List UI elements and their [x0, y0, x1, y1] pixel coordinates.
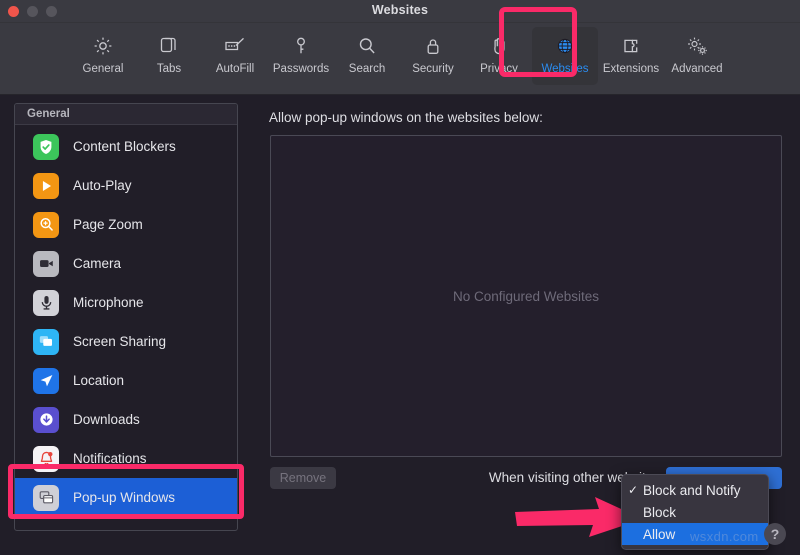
sidebar-label-screen-sharing: Screen Sharing — [73, 334, 167, 349]
tabs-icon — [157, 33, 181, 59]
toolbar-item-advanced[interactable]: Advanced — [664, 27, 730, 85]
location-icon — [33, 367, 59, 394]
sidebar-item-microphone[interactable]: Microphone — [15, 283, 237, 322]
gears-icon — [684, 33, 710, 59]
camera-icon — [33, 250, 59, 277]
sidebar-label-location: Location — [73, 373, 125, 388]
toolbar-label-tabs: Tabs — [156, 63, 182, 75]
download-icon — [33, 406, 59, 433]
screen-share-icon — [33, 328, 59, 355]
sidebar-label-notifications: Notifications — [73, 451, 147, 466]
play-icon — [33, 172, 59, 199]
toolbar-item-general[interactable]: General — [70, 27, 136, 85]
sidebar-item-screen-sharing[interactable]: Screen Sharing — [15, 322, 237, 361]
toolbar-label-advanced: Advanced — [671, 63, 723, 75]
sidebar-label-camera: Camera — [73, 256, 122, 271]
sidebar-list: Content Blockers Auto-Play Page Zoom Cam… — [15, 125, 237, 517]
sidebar-item-downloads[interactable]: Downloads — [15, 400, 237, 439]
sidebar-label-content-blockers: Content Blockers — [73, 139, 176, 154]
toolbar-item-search[interactable]: Search — [334, 27, 400, 85]
menu-label-block: Block — [643, 504, 677, 520]
toolbar-item-autofill[interactable]: AutoFill — [202, 27, 268, 85]
toolbar-item-security[interactable]: Security — [400, 27, 466, 85]
toolbar-label-security: Security — [412, 63, 454, 75]
panel-heading: Allow pop-up windows on the websites bel… — [269, 110, 543, 125]
window-title: Websites — [371, 3, 429, 17]
sidebar-item-notifications[interactable]: Notifications — [15, 439, 237, 478]
help-button[interactable]: ? — [764, 523, 786, 545]
puzzle-icon — [619, 33, 643, 59]
configured-websites-list[interactable]: No Configured Websites — [270, 135, 782, 457]
preferences-toolbar: General Tabs AutoFill Passwords Search S… — [0, 23, 800, 95]
menu-label-allow: Allow — [643, 526, 676, 542]
toolbar-label-extensions: Extensions — [602, 63, 660, 75]
empty-state-text: No Configured Websites — [452, 288, 600, 304]
popup-window-icon — [33, 484, 59, 511]
sidebar-item-popup-windows[interactable]: Pop-up Windows — [15, 478, 237, 517]
lock-icon — [421, 33, 445, 59]
toolbar-label-websites: Websites — [541, 63, 589, 75]
search-icon — [355, 33, 379, 59]
sidebar-item-auto-play[interactable]: Auto-Play — [15, 166, 237, 205]
toolbar-label-search: Search — [348, 63, 386, 75]
globe-icon — [553, 33, 577, 59]
autofill-icon — [222, 33, 248, 59]
sidebar-header-general: General — [15, 104, 237, 125]
toolbar-label-autofill: AutoFill — [215, 63, 255, 75]
toolbar-label-passwords: Passwords — [272, 63, 330, 75]
microphone-icon — [33, 289, 59, 316]
sidebar-item-content-blockers[interactable]: Content Blockers — [15, 127, 237, 166]
bell-icon — [33, 445, 59, 472]
default-behavior-dropdown-menu[interactable]: ✓ Block and Notify Block Allow — [621, 474, 769, 550]
gear-icon — [91, 33, 115, 59]
websites-sidebar: General Content Blockers Auto-Play Page … — [14, 103, 238, 531]
menu-item-allow[interactable]: Allow — [622, 523, 768, 545]
sidebar-item-camera[interactable]: Camera — [15, 244, 237, 283]
toolbar-label-general: General — [82, 63, 124, 75]
title-bar: Websites — [0, 0, 800, 23]
remove-button[interactable]: Remove — [270, 467, 336, 489]
key-icon — [289, 33, 313, 59]
menu-label-block-and-notify: Block and Notify — [643, 482, 741, 498]
safari-preferences-window: Websites General Tabs AutoFill Passwords… — [0, 0, 800, 555]
menu-item-block[interactable]: Block — [622, 501, 768, 523]
toolbar-item-tabs[interactable]: Tabs — [136, 27, 202, 85]
toolbar-item-passwords[interactable]: Passwords — [268, 27, 334, 85]
sidebar-item-location[interactable]: Location — [15, 361, 237, 400]
toolbar-item-extensions[interactable]: Extensions — [598, 27, 664, 85]
sidebar-label-microphone: Microphone — [73, 295, 144, 310]
menu-item-block-and-notify[interactable]: ✓ Block and Notify — [622, 479, 768, 501]
sidebar-label-downloads: Downloads — [73, 412, 140, 427]
shield-check-icon — [33, 133, 59, 160]
sidebar-label-auto-play: Auto-Play — [73, 178, 132, 193]
sidebar-item-page-zoom[interactable]: Page Zoom — [15, 205, 237, 244]
hand-icon — [487, 33, 511, 59]
zoom-in-icon — [33, 211, 59, 238]
toolbar-label-privacy: Privacy — [480, 63, 518, 75]
toolbar-item-websites[interactable]: Websites — [532, 27, 598, 85]
sidebar-label-page-zoom: Page Zoom — [73, 217, 143, 232]
sidebar-label-popup-windows: Pop-up Windows — [73, 490, 176, 505]
toolbar-item-privacy[interactable]: Privacy — [466, 27, 532, 85]
check-icon: ✓ — [628, 483, 639, 497]
